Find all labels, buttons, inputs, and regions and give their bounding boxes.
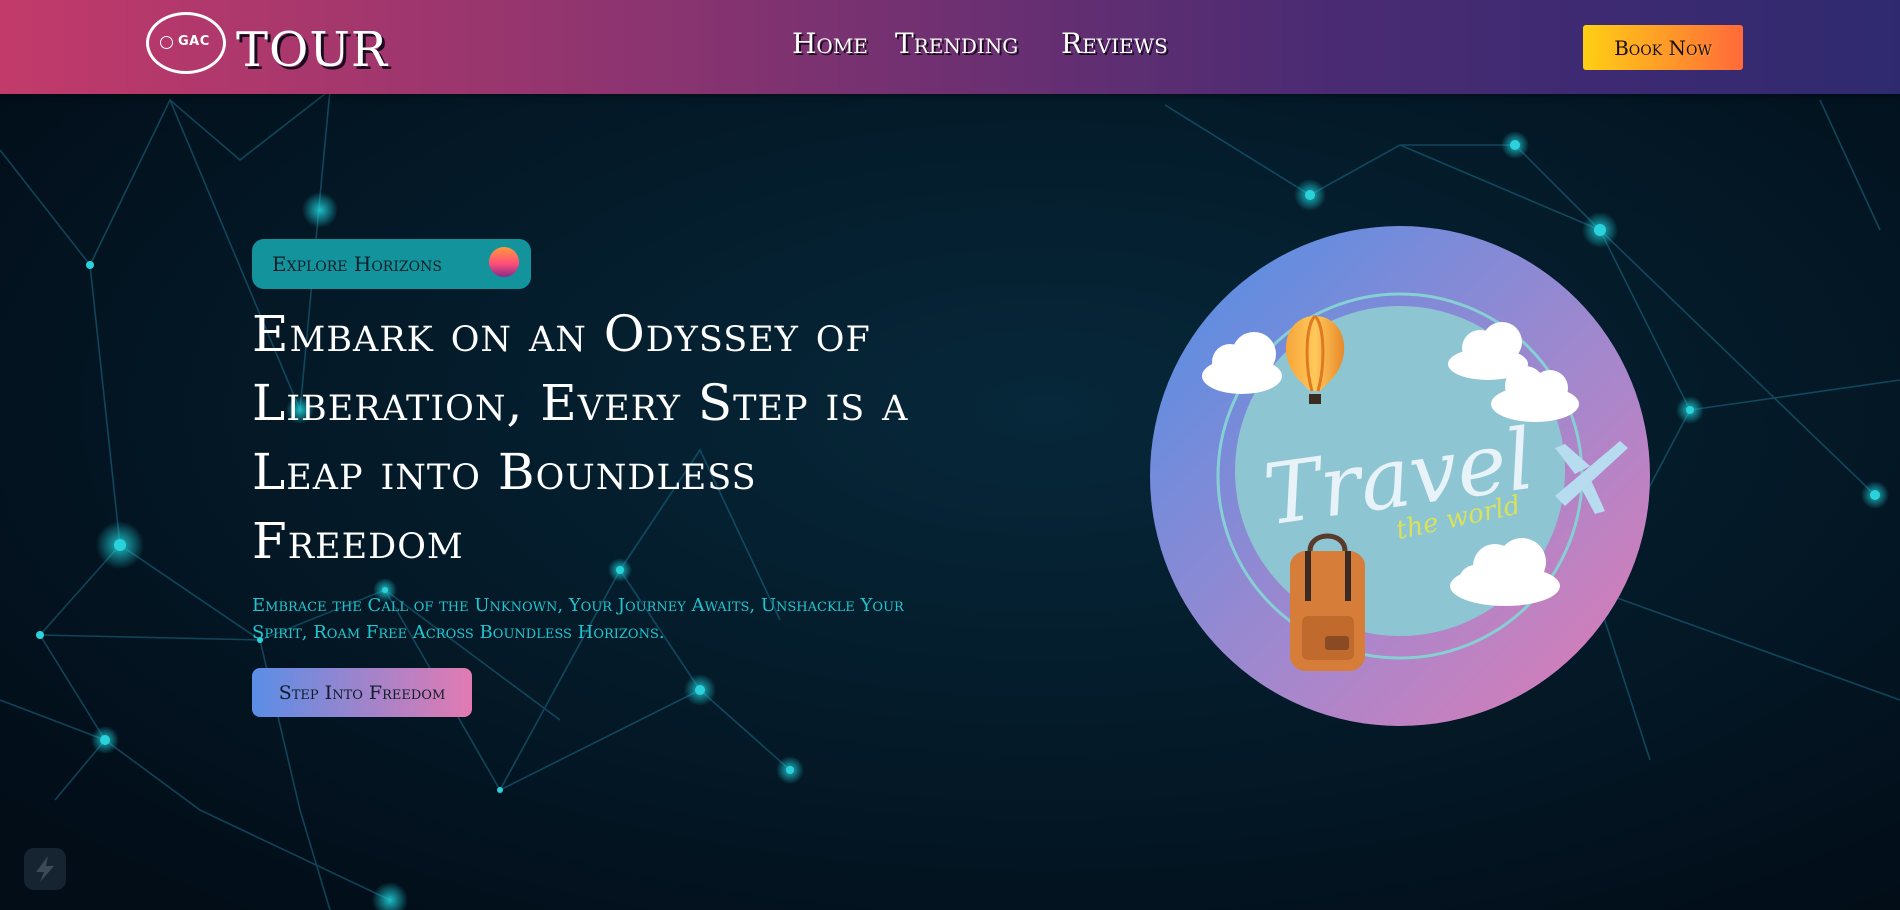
book-now-button[interactable]: Book Now xyxy=(1583,25,1743,70)
badge-label: Explore Horizons xyxy=(272,252,442,276)
nav-link-trending[interactable]: Trending xyxy=(895,27,1018,60)
bolt-icon[interactable] xyxy=(24,848,66,890)
nav-link-reviews[interactable]: Reviews xyxy=(1061,27,1168,60)
logo-globe-icon xyxy=(160,36,173,49)
logo-wordmark[interactable]: TOUR xyxy=(236,22,388,78)
logo-badge-text: GAC xyxy=(178,34,210,49)
backpack-icon xyxy=(1290,533,1365,671)
hero-headline: Embark on an Odyssey of Liberation, Ever… xyxy=(252,305,909,570)
top-navbar: GAC TOUR Home Trending Reviews Book Now xyxy=(0,0,1900,94)
sunset-icon xyxy=(489,247,519,277)
hero-subtext: Embrace the Call of the Unknown, Your Jo… xyxy=(252,595,904,643)
step-into-freedom-button[interactable]: Step Into Freedom xyxy=(252,668,472,717)
nav-link-home[interactable]: Home xyxy=(792,27,868,60)
travel-illustration: Travel the world xyxy=(1150,226,1650,726)
